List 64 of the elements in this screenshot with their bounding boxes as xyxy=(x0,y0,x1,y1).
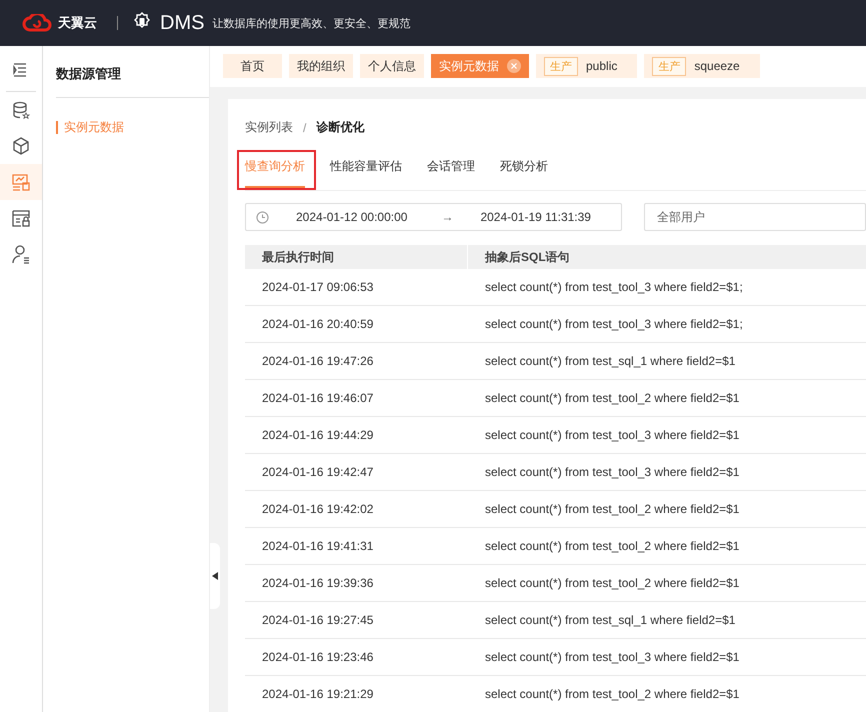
table-cell-text: select count(*) from test_tool_3 where field2=$1; xyxy=(484,317,744,331)
table-cell-text: 2024-01-16 19:27:45 xyxy=(261,613,374,627)
sidebar-title: 数据源管理 xyxy=(56,65,122,83)
table-cell-text: select count(*) from test_tool_3 where field2=$1 xyxy=(484,465,740,479)
cloud-logo-icon xyxy=(22,14,52,32)
end-date: 2024-01-19 11:31:39 xyxy=(480,210,591,224)
table-cell-text: 2024-01-16 19:42:47 xyxy=(261,465,374,479)
breadcrumb-current: 诊断优化 xyxy=(316,119,364,136)
tab-label: public xyxy=(586,59,618,73)
breadcrumb-link[interactable]: 实例列表 xyxy=(245,119,293,136)
table-cell-text: 2024-01-16 19:21:29 xyxy=(261,687,374,701)
tab[interactable]: 会话管理 xyxy=(427,158,475,188)
tab-label: squeeze xyxy=(694,59,740,73)
table-cell-text: 2024-01-16 19:42:02 xyxy=(261,502,374,516)
table-cell-text: select count(*) from test_tool_2 where field2=$1 xyxy=(484,687,740,701)
date-range-field[interactable]: 2024-01-12 00:00:00 → 2024-01-19 11:31:39 xyxy=(245,203,622,231)
range-arrow: → xyxy=(441,210,454,224)
tab[interactable]: 死锁分析 xyxy=(500,158,548,188)
user-list-icon xyxy=(12,244,30,264)
table-cell-text: select count(*) from test_tool_3 where field2=$1 xyxy=(484,650,740,664)
database-icon xyxy=(12,100,30,120)
table-cell-text: 2024-01-16 19:41:31 xyxy=(261,539,374,553)
column-header: 抽象后SQL语句 xyxy=(484,249,571,266)
table-cell-text: select count(*) from test_tool_2 where field2=$1 xyxy=(484,539,740,553)
brand-name: 天翼云 xyxy=(58,14,97,32)
table-cell-text: 2024-01-16 19:46:07 xyxy=(261,391,374,405)
table-cell-text: 2024-01-16 19:23:46 xyxy=(261,650,374,664)
panel-lock-icon xyxy=(12,208,30,228)
table-cell-text: select count(*) from test_tool_3 where field2=$1 xyxy=(484,428,740,442)
table-cell-text: select count(*) from test_sql_1 where field2=$1 xyxy=(484,613,736,627)
slogan-text: 让数据库的使用更高效、更安全、更规范 xyxy=(212,16,410,30)
tab[interactable]: 个人信息 xyxy=(360,54,424,78)
table-cell-text: 2024-01-17 09:06:53 xyxy=(261,280,374,294)
table-cell-text: 2024-01-16 20:40:59 xyxy=(261,317,374,331)
user-select[interactable]: 全部用户 xyxy=(644,203,866,231)
table-cell-text: select count(*) from test_sql_1 where field2=$1 xyxy=(484,354,736,368)
table-cell-text: 2024-01-16 19:39:36 xyxy=(261,576,374,590)
monitor-chart-icon xyxy=(12,172,30,192)
env-tag: 生产 xyxy=(652,56,686,76)
tab[interactable]: 首页 xyxy=(223,54,282,78)
column-header: 最后执行时间 xyxy=(245,245,468,269)
tab[interactable]: 性能容量评估 xyxy=(330,158,402,188)
tab-label: 实例元数据 xyxy=(439,58,499,74)
collapse-handle[interactable] xyxy=(210,543,220,609)
tab[interactable]: 生产 squeeze xyxy=(644,54,760,78)
cube-icon xyxy=(12,136,30,156)
breadcrumb-separator: / xyxy=(303,120,306,134)
table-cell-text: select count(*) from test_tool_2 where field2=$1 xyxy=(484,502,740,516)
table-cell-text: select count(*) from test_tool_2 where field2=$1 xyxy=(484,391,740,405)
tab[interactable]: 我的组织 xyxy=(289,54,353,78)
start-date: 2024-01-12 00:00:00 xyxy=(296,210,408,224)
close-icon[interactable] xyxy=(507,59,521,73)
env-tag: 生产 xyxy=(544,56,578,76)
tab-label: 首页 xyxy=(240,58,264,74)
table-cell-text: 2024-01-16 19:44:29 xyxy=(261,428,374,442)
caret-icon xyxy=(212,572,218,580)
clock-icon xyxy=(256,210,269,224)
table-cell-text: 2024-01-16 19:47:26 xyxy=(261,354,374,368)
table-cell-text: select count(*) from test_tool_2 where field2=$1 xyxy=(484,576,740,590)
table-cell-text: select count(*) from test_tool_3 where field2=$1; xyxy=(484,280,744,294)
product-name: DMS xyxy=(160,12,204,34)
tab-label: 我的组织 xyxy=(297,58,345,74)
tab-label: 个人信息 xyxy=(368,58,416,74)
tab[interactable]: 生产 public xyxy=(536,54,638,78)
